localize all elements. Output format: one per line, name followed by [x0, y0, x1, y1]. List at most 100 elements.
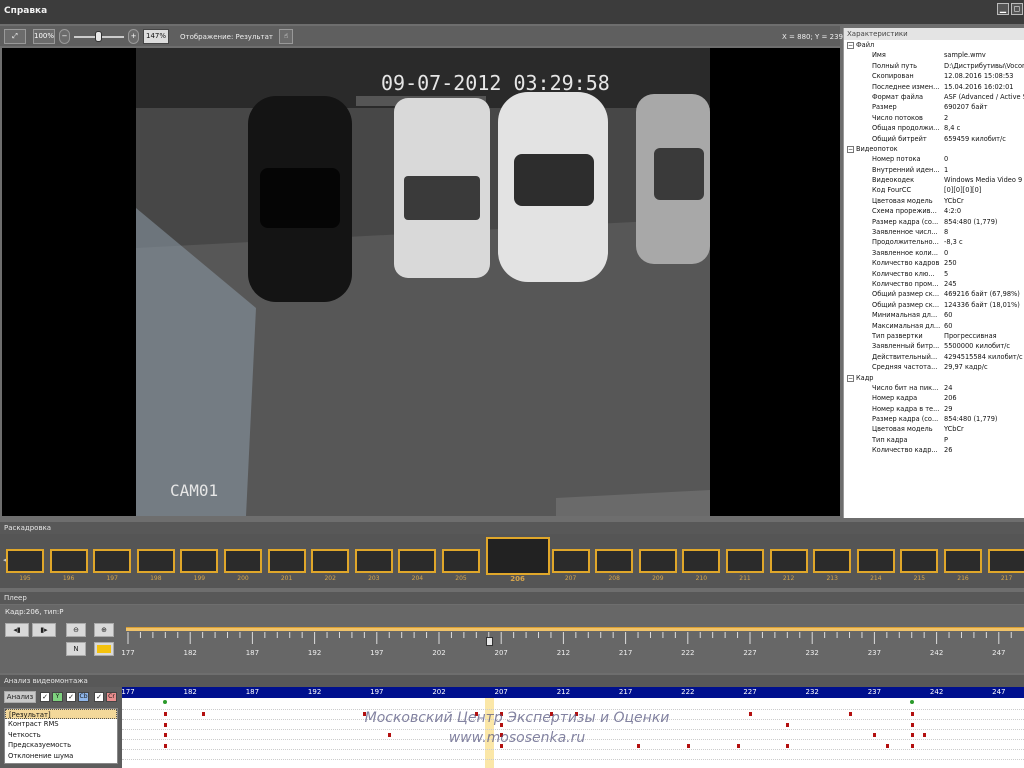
analysis-marker[interactable]	[500, 733, 504, 738]
analyze-button[interactable]: Анализ	[4, 691, 36, 703]
analysis-marker[interactable]	[910, 712, 914, 717]
storyboard-thumbnail[interactable]	[900, 549, 939, 573]
property-row: Формат файла ASF (Advanced / Active S	[844, 92, 1024, 102]
storyboard-thumbnail[interactable]	[311, 549, 350, 573]
analysis-marker[interactable]	[574, 712, 578, 717]
analysis-green-marker[interactable]	[909, 700, 914, 704]
storyboard-thumbnail[interactable]	[136, 549, 175, 573]
analysis-metric-item[interactable]: [Результат]	[5, 709, 117, 720]
analysis-marker[interactable]	[848, 712, 852, 717]
zoom-out-timeline-icon[interactable]: ⊖	[66, 623, 86, 637]
next-frame-button[interactable]: ▮▸	[32, 623, 56, 637]
storyboard-thumbnail[interactable]	[944, 549, 982, 573]
storyboard-thumbnail[interactable]	[682, 549, 721, 573]
video-panel[interactable]: 09-07-2012 03:29:58 CAM01	[2, 48, 840, 516]
storyboard-thumbnail[interactable]	[49, 549, 88, 573]
zoom-100-button[interactable]: 100%	[33, 29, 55, 44]
storyboard-thumbnail[interactable]	[638, 549, 677, 573]
storyboard-current-thumbnail[interactable]	[485, 537, 550, 575]
analysis-marker[interactable]	[164, 722, 168, 727]
check-cr-checkbox[interactable]: ✓	[94, 692, 104, 702]
minimize-button[interactable]: ▁	[997, 3, 1009, 15]
storyboard-thumbnail[interactable]	[224, 549, 262, 573]
analysis-marker[interactable]	[786, 722, 790, 727]
normal-mode-button[interactable]: N	[66, 642, 86, 656]
analysis-marker[interactable]	[910, 733, 914, 738]
property-value: 60	[944, 321, 953, 330]
property-key: Общий размер ск...	[872, 290, 940, 299]
video-frame[interactable]: 09-07-2012 03:29:58 CAM01	[136, 48, 710, 516]
property-group[interactable]: − Файл	[844, 40, 1024, 50]
color-marker-button[interactable]	[94, 642, 114, 656]
storyboard-thumbnail[interactable]	[856, 549, 895, 573]
analysis-metrics-list[interactable]: [Результат] Контраст RMS Четкость Предсказу…	[4, 708, 118, 764]
analysis-marker[interactable]	[686, 743, 690, 748]
analysis-marker[interactable]	[749, 712, 752, 717]
analysis-metric-item[interactable]: Контраст RMS	[5, 719, 117, 729]
cr-channel-icon[interactable]: Cr	[106, 692, 117, 702]
prev-frame-button[interactable]: ◂▮	[5, 623, 29, 637]
analysis-marker[interactable]	[500, 743, 504, 748]
analysis-marker[interactable]	[363, 712, 367, 717]
timeline-playhead[interactable]	[485, 637, 493, 646]
collapse-icon[interactable]: −	[847, 42, 854, 49]
analysis-marker[interactable]	[786, 743, 790, 748]
analysis-marker[interactable]	[201, 712, 205, 717]
storyboard-thumbnail[interactable]	[595, 549, 634, 573]
timeline-track[interactable]	[126, 627, 1024, 631]
analysis-metric-item[interactable]: Четкость	[5, 730, 117, 740]
analysis-marker[interactable]	[475, 712, 479, 717]
storyboard-thumbnail[interactable]	[987, 549, 1024, 573]
property-value: 690207 байт	[944, 103, 988, 112]
analysis-marker[interactable]	[500, 712, 504, 717]
analysis-marker[interactable]	[736, 743, 740, 748]
analysis-marker[interactable]	[637, 743, 641, 748]
storyboard-thumbnail[interactable]	[769, 549, 808, 573]
zoom-out-icon[interactable]: −	[59, 29, 70, 44]
storyboard-strip[interactable]: ◂ 195 196 197 198 199 200 201 202 203 204 205 206 20…	[0, 534, 1024, 588]
collapse-icon[interactable]: −	[847, 374, 854, 382]
storyboard-thumbnail[interactable]	[726, 549, 764, 573]
analysis-marker[interactable]	[388, 733, 392, 738]
collapse-icon[interactable]: −	[847, 145, 854, 153]
hand-tool-icon[interactable]: ☝	[279, 29, 293, 44]
storyboard-thumbnail[interactable]	[6, 549, 44, 573]
maximize-button[interactable]: ◻	[1011, 3, 1023, 15]
storyboard-thumbnail[interactable]	[551, 549, 590, 573]
analysis-marker[interactable]	[164, 733, 168, 738]
storyboard-thumbnail[interactable]	[267, 549, 306, 573]
property-group[interactable]: − Видеопоток	[844, 144, 1024, 154]
storyboard-thumbnail[interactable]	[180, 549, 219, 573]
storyboard-thumbnail[interactable]	[354, 549, 393, 573]
storyboard-thumbnail[interactable]	[398, 549, 437, 573]
analysis-marker[interactable]	[885, 743, 889, 748]
analysis-marker[interactable]	[873, 733, 877, 738]
cb-channel-icon[interactable]: Cb	[78, 692, 89, 702]
zoom-value-field[interactable]: 147%	[143, 29, 169, 44]
analysis-marker[interactable]	[500, 722, 504, 727]
display-mode-label[interactable]: Отображение: Результат	[180, 33, 273, 41]
analysis-grid[interactable]	[122, 698, 1024, 768]
analysis-marker[interactable]	[910, 743, 914, 748]
fit-icon[interactable]: ⤢	[4, 29, 26, 44]
storyboard-thumbnail[interactable]	[813, 549, 852, 573]
analysis-metric-item[interactable]: Предсказуемость	[5, 740, 117, 750]
zoom-in-icon[interactable]: +	[128, 29, 139, 44]
analysis-marker[interactable]	[910, 722, 914, 727]
check-cb-checkbox[interactable]: ✓	[66, 692, 76, 702]
y-channel-icon[interactable]: Y	[52, 692, 63, 702]
zoom-slider-thumb[interactable]	[95, 31, 102, 42]
analysis-marker[interactable]	[164, 743, 168, 748]
property-group[interactable]: − Кадр	[844, 373, 1024, 383]
storyboard-thumbnail[interactable]	[93, 549, 132, 573]
analysis-green-marker[interactable]	[163, 700, 168, 704]
storyboard-thumbnail[interactable]	[442, 549, 480, 573]
analysis-marker[interactable]	[923, 733, 927, 738]
analysis-marker[interactable]	[164, 712, 168, 717]
timeline-ruler[interactable]	[126, 632, 1024, 648]
zoom-in-timeline-icon[interactable]: ⊕	[94, 623, 114, 637]
analysis-metric-item[interactable]: Отклонение шума	[5, 751, 117, 761]
analysis-marker[interactable]	[549, 712, 553, 717]
check-y-checkbox[interactable]: ✓	[40, 692, 50, 702]
analysis-row-line	[122, 719, 1024, 720]
